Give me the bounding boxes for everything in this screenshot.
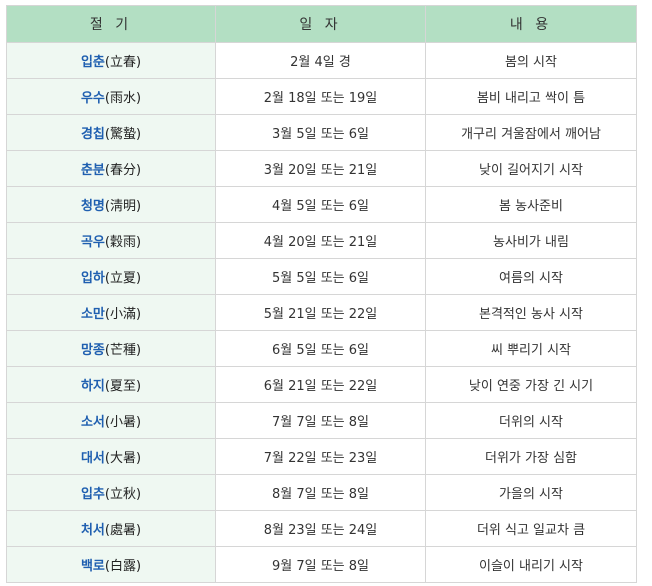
term-cell: 입춘(立春)	[6, 42, 216, 79]
term-cell: 춘분(春分)	[6, 150, 216, 187]
term-name: 춘분	[80, 163, 105, 178]
term-cell: 입하(立夏)	[6, 258, 216, 295]
term-hanja: (立秋)	[104, 487, 142, 502]
solar-terms-table: 절 기 일 자 내 용 입춘(立春) 2월 4일 경 봄의 시작 우수(雨水) …	[6, 5, 637, 583]
term-name: 우수	[80, 91, 105, 106]
term-cell: 대서(大暑)	[6, 438, 216, 475]
description-cell: 본격적인 농사 시작	[425, 294, 637, 331]
description-cell: 더위의 시작	[425, 402, 637, 439]
term-hanja: (白露)	[104, 559, 142, 574]
term-name: 대서	[80, 451, 105, 466]
table-row: 춘분(春分) 3월 20일 또는 21일 낮이 길어지기 시작	[6, 150, 637, 187]
table-row: 소만(小滿) 5월 21일 또는 22일 본격적인 농사 시작	[6, 294, 637, 331]
description-cell: 씨 뿌리기 시작	[425, 330, 637, 367]
term-name: 입춘	[80, 55, 105, 70]
date-cell: 9월 7일 또는 8일	[215, 546, 426, 583]
table-row: 청명(淸明) 4월 5일 또는 6일 봄 농사준비	[6, 186, 637, 223]
term-name: 입추	[80, 487, 105, 502]
term-cell: 곡우(穀雨)	[6, 222, 216, 259]
term-cell: 처서(處暑)	[6, 510, 216, 547]
term-name: 백로	[80, 559, 105, 574]
term-hanja: (小暑)	[104, 415, 142, 430]
term-name: 입하	[80, 271, 105, 286]
term-hanja: (春分)	[104, 163, 142, 178]
date-cell: 8월 7일 또는 8일	[215, 474, 426, 511]
table-row: 우수(雨水) 2월 18일 또는 19일 봄비 내리고 싹이 틈	[6, 78, 637, 115]
table-row: 입하(立夏) 5월 5일 또는 6일 여름의 시작	[6, 258, 637, 295]
date-cell: 3월 5일 또는 6일	[215, 114, 426, 151]
date-cell: 7월 22일 또는 23일	[215, 438, 426, 475]
date-cell: 5월 5일 또는 6일	[215, 258, 426, 295]
description-cell: 봄 농사준비	[425, 186, 637, 223]
table-row: 소서(小暑) 7월 7일 또는 8일 더위의 시작	[6, 402, 637, 439]
date-cell: 7월 7일 또는 8일	[215, 402, 426, 439]
term-name: 경칩	[80, 127, 105, 142]
date-cell: 2월 4일 경	[215, 42, 426, 79]
table-row: 망종(芒種) 6월 5일 또는 6일 씨 뿌리기 시작	[6, 330, 637, 367]
date-cell: 6월 5일 또는 6일	[215, 330, 426, 367]
term-cell: 우수(雨水)	[6, 78, 216, 115]
term-hanja: (淸明)	[104, 199, 142, 214]
term-cell: 백로(白露)	[6, 546, 216, 583]
table-row: 곡우(穀雨) 4월 20일 또는 21일 농사비가 내림	[6, 222, 637, 259]
description-cell: 가을의 시작	[425, 474, 637, 511]
term-cell: 망종(芒種)	[6, 330, 216, 367]
term-name: 곡우	[80, 235, 105, 250]
header-date: 일 자	[215, 5, 426, 43]
table-row: 하지(夏至) 6월 21일 또는 22일 낮이 연중 가장 긴 시기	[6, 366, 637, 403]
term-cell: 청명(淸明)	[6, 186, 216, 223]
description-cell: 낮이 연중 가장 긴 시기	[425, 366, 637, 403]
date-cell: 3월 20일 또는 21일	[215, 150, 426, 187]
description-cell: 봄의 시작	[425, 42, 637, 79]
term-cell: 하지(夏至)	[6, 366, 216, 403]
term-cell: 소서(小暑)	[6, 402, 216, 439]
table-row: 입추(立秋) 8월 7일 또는 8일 가을의 시작	[6, 474, 637, 511]
term-cell: 경칩(驚蟄)	[6, 114, 216, 151]
description-cell: 봄비 내리고 싹이 틈	[425, 78, 637, 115]
description-cell: 농사비가 내림	[425, 222, 637, 259]
description-cell: 여름의 시작	[425, 258, 637, 295]
table-row: 처서(處暑) 8월 23일 또는 24일 더위 식고 일교차 큼	[6, 510, 637, 547]
term-hanja: (處暑)	[104, 523, 142, 538]
description-cell: 개구리 겨울잠에서 깨어남	[425, 114, 637, 151]
term-hanja: (驚蟄)	[104, 127, 142, 142]
table-row: 입춘(立春) 2월 4일 경 봄의 시작	[6, 42, 637, 79]
solar-terms-table-container: 절 기 일 자 내 용 입춘(立春) 2월 4일 경 봄의 시작 우수(雨水) …	[6, 5, 637, 583]
term-name: 망종	[80, 343, 105, 358]
term-hanja: (芒種)	[104, 343, 142, 358]
table-header-row: 절 기 일 자 내 용	[6, 5, 637, 43]
term-name: 처서	[80, 523, 105, 538]
header-term: 절 기	[6, 5, 216, 43]
term-hanja: (雨水)	[104, 91, 142, 106]
description-cell: 낮이 길어지기 시작	[425, 150, 637, 187]
date-cell: 5월 21일 또는 22일	[215, 294, 426, 331]
date-cell: 4월 20일 또는 21일	[215, 222, 426, 259]
term-cell: 소만(小滿)	[6, 294, 216, 331]
date-cell: 2월 18일 또는 19일	[215, 78, 426, 115]
table-row: 경칩(驚蟄) 3월 5일 또는 6일 개구리 겨울잠에서 깨어남	[6, 114, 637, 151]
term-hanja: (立春)	[104, 55, 142, 70]
term-hanja: (立夏)	[104, 271, 142, 286]
description-cell: 이슬이 내리기 시작	[425, 546, 637, 583]
header-description: 내 용	[425, 5, 637, 43]
table-row: 대서(大暑) 7월 22일 또는 23일 더위가 가장 심함	[6, 438, 637, 475]
term-name: 소서	[80, 415, 105, 430]
term-name: 소만	[80, 307, 105, 322]
term-hanja: (大暑)	[104, 451, 142, 466]
table-row: 백로(白露) 9월 7일 또는 8일 이슬이 내리기 시작	[6, 546, 637, 583]
term-hanja: (小滿)	[104, 307, 142, 322]
description-cell: 더위 식고 일교차 큼	[425, 510, 637, 547]
date-cell: 4월 5일 또는 6일	[215, 186, 426, 223]
date-cell: 6월 21일 또는 22일	[215, 366, 426, 403]
term-name: 청명	[80, 199, 105, 214]
term-name: 하지	[80, 379, 105, 394]
term-cell: 입추(立秋)	[6, 474, 216, 511]
date-cell: 8월 23일 또는 24일	[215, 510, 426, 547]
term-hanja: (穀雨)	[104, 235, 142, 250]
term-hanja: (夏至)	[104, 379, 142, 394]
description-cell: 더위가 가장 심함	[425, 438, 637, 475]
